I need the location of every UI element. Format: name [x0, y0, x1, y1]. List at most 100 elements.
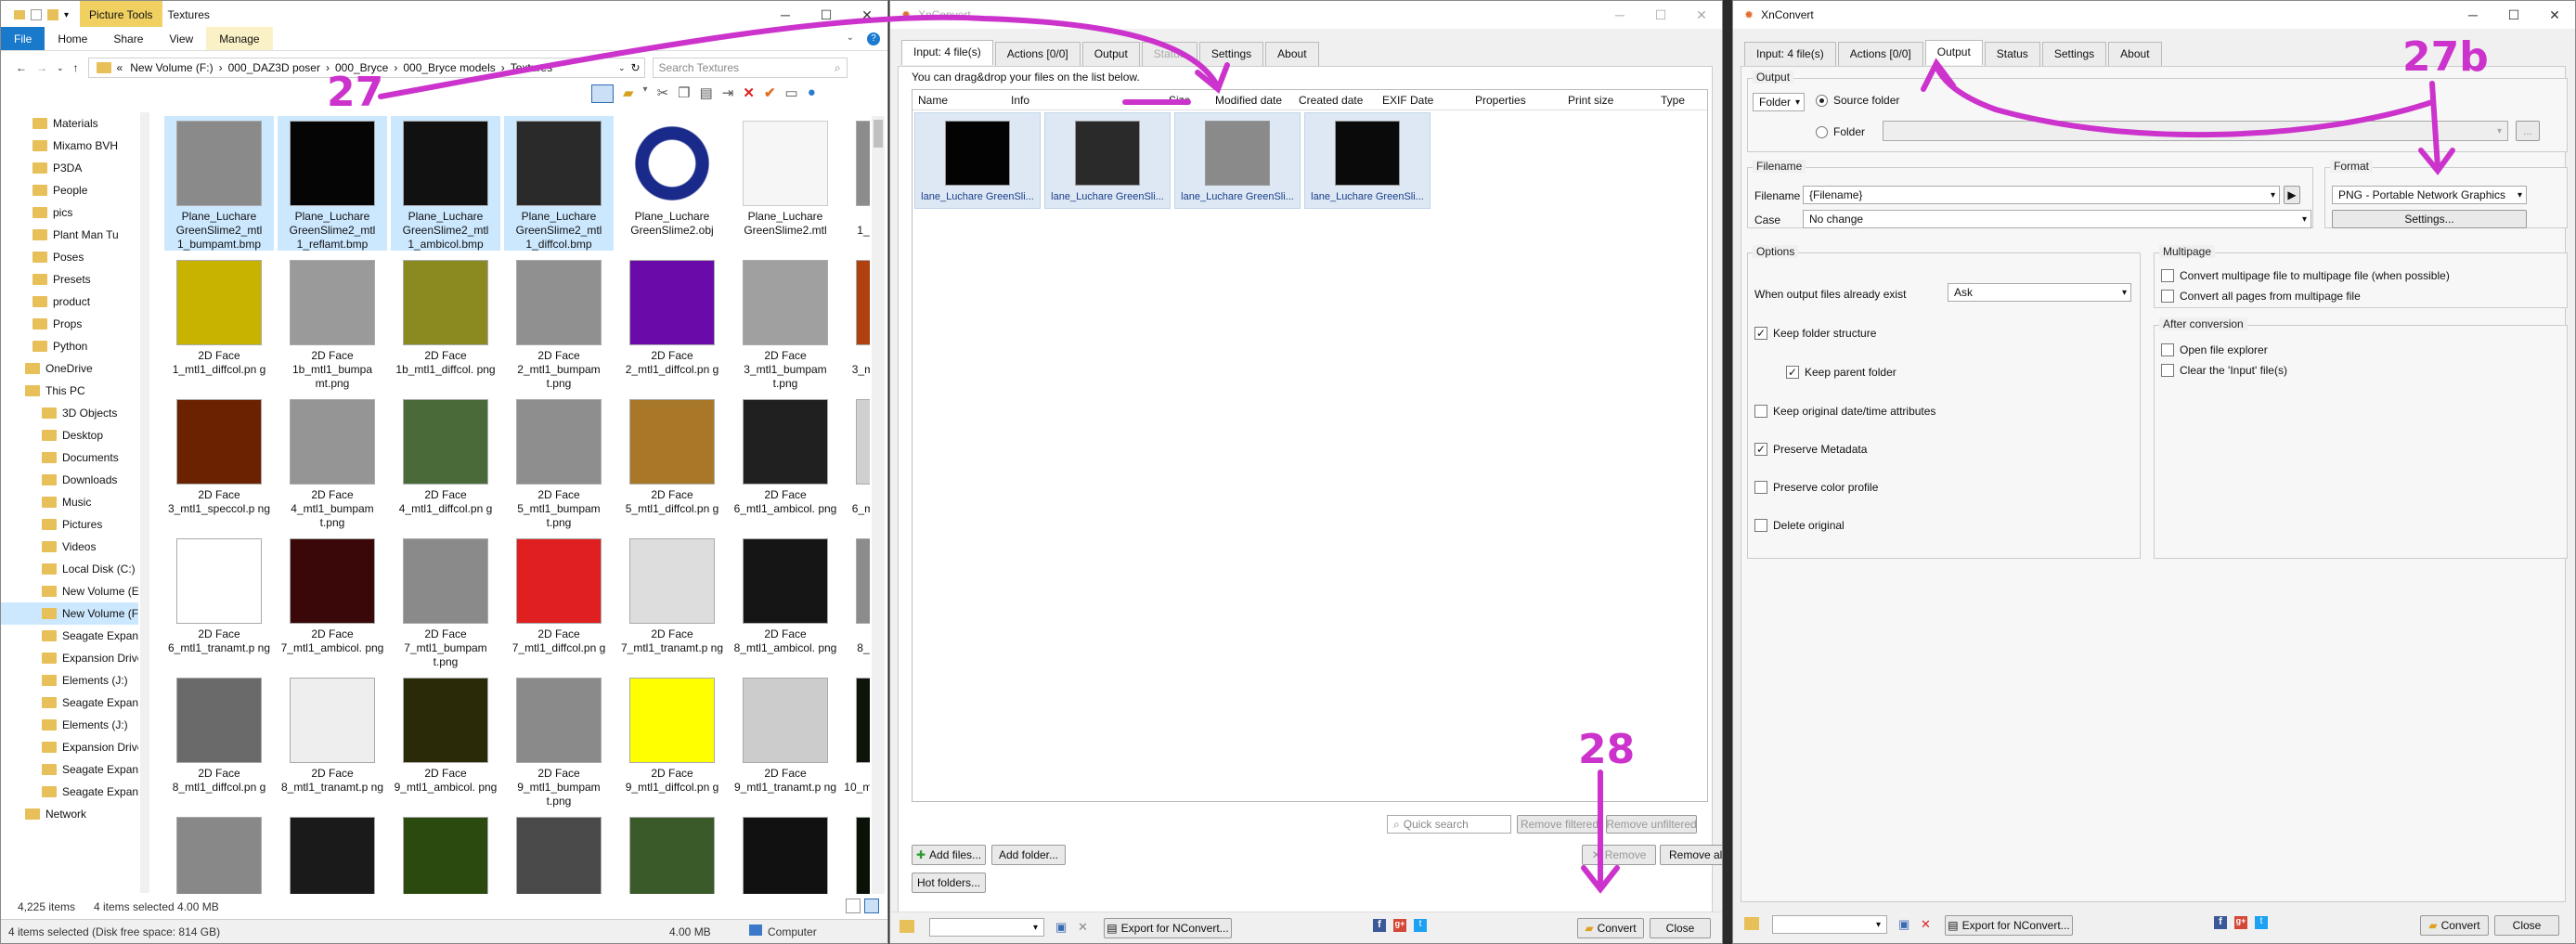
maximize-icon[interactable]: ☐ — [1640, 1, 1681, 29]
file-item[interactable]: Plane_Luchare GreenSlime2_mtl 1_ambicol.… — [391, 116, 500, 251]
paste-icon[interactable]: ▤ — [700, 84, 713, 103]
nav-item[interactable]: Local Disk (C:) — [1, 558, 138, 580]
search-input[interactable]: Search Textures ⌕ — [652, 58, 848, 78]
minimize-icon[interactable]: ─ — [765, 1, 806, 29]
breadcrumb-item[interactable]: « — [117, 61, 123, 74]
quick-access-dropdown-icon[interactable]: ▾ — [64, 10, 69, 20]
add-files-button[interactable]: ✚ Add files... — [912, 845, 986, 865]
recent-locations-icon[interactable]: ⌄ — [57, 63, 64, 73]
file-item[interactable]: 2D Face 5_mtl1_bumpam t.png — [504, 394, 614, 529]
file-item[interactable]: 2D Face 1b_mtl1_bumpa mt.png — [278, 255, 387, 390]
file-item[interactable]: 2D Face 1_mtl1_bumpam t.png — [844, 116, 870, 251]
dropdown-icon[interactable]: ▾ — [643, 84, 648, 103]
column-header[interactable]: Modified date — [1215, 94, 1282, 107]
picture-tools-tab[interactable]: Picture Tools — [80, 1, 162, 29]
case-dropdown[interactable]: No change ▾ — [1803, 210, 2311, 228]
keep-folder-structure-checkbox[interactable]: ✓ Keep folder structure — [1754, 327, 1876, 340]
file-item[interactable]: 2D Face 2_mtl1_diffcol.pn g — [617, 255, 727, 390]
file-item[interactable]: 2D Face 7_mtl1_ambicol. png — [278, 534, 387, 668]
clear-input-checkbox[interactable]: Clear the 'Input' file(s) — [2161, 364, 2287, 377]
file-item[interactable]: Plane_Luchare GreenSlime2_mtl 1_diffcol.… — [504, 116, 614, 251]
open-folder-icon[interactable] — [1744, 917, 1759, 930]
save-icon[interactable]: ▣ — [1898, 917, 1909, 932]
format-settings-button[interactable]: Settings... — [2332, 210, 2527, 228]
file-item[interactable]: 2D Face 9_mtl1_bumpam t.png — [504, 673, 614, 808]
minimize-icon[interactable]: ─ — [1599, 1, 1640, 29]
expand-ribbon-icon[interactable]: ⌄ — [834, 27, 867, 50]
nav-scrollbar[interactable] — [140, 112, 149, 893]
file-item[interactable]: Plane_Luchare GreenSlime2_mtl 1_bumpamt.… — [164, 116, 274, 251]
add-folder-button[interactable]: Add folder... — [991, 845, 1066, 865]
column-header[interactable]: Properties — [1475, 94, 1526, 107]
nav-item[interactable]: Seagate Expansi — [1, 758, 138, 781]
output-type-dropdown[interactable]: Folder ▾ — [1753, 93, 1805, 111]
browse-button[interactable]: ... — [2516, 121, 2540, 141]
nav-item[interactable]: New Volume (E:) — [1, 580, 138, 602]
close-icon[interactable]: ✕ — [1681, 1, 1722, 29]
nav-item[interactable]: Elements (J:) — [1, 669, 138, 692]
open-explorer-checkbox[interactable]: Open file explorer — [2161, 343, 2268, 356]
tab-input[interactable]: Input: 4 file(s) — [901, 40, 993, 65]
nav-item[interactable]: Materials — [1, 112, 138, 135]
delete-icon[interactable]: ✕ — [743, 84, 755, 103]
tab-actions[interactable]: Actions [0/0] — [994, 42, 1081, 67]
ribbon-tab-view[interactable]: View — [156, 27, 206, 50]
remove-filtered-button[interactable]: Remove filtered — [1517, 815, 1602, 834]
file-item[interactable]: 2D Face 8_mtl1_diffcol.pn g — [164, 673, 274, 808]
when-exists-dropdown[interactable]: Ask ▾ — [1948, 283, 2131, 302]
delete-original-checkbox[interactable]: Delete original — [1754, 519, 1845, 532]
nav-item[interactable]: People — [1, 179, 138, 201]
file-item[interactable]: 2D Face 4_mtl1_bumpam t.png — [278, 394, 387, 529]
column-header[interactable]: Print size — [1568, 94, 1613, 107]
file-item[interactable]: 2D Face 3_mtl1_bumpam t.png — [731, 255, 840, 390]
keep-parent-folder-checkbox[interactable]: ✓ Keep parent folder — [1786, 366, 1896, 379]
nav-item[interactable]: pics — [1, 201, 138, 224]
file-item[interactable]: 2D Face 9_mtl1_diffcol.pn g — [617, 673, 727, 808]
back-icon[interactable]: ← — [16, 61, 27, 74]
rename-icon[interactable]: ▭ — [785, 84, 798, 103]
nav-item[interactable]: Downloads — [1, 469, 138, 491]
file-item[interactable] — [278, 812, 387, 894]
file-item[interactable]: 2D Face 3_mtl1_diffcol.pn g — [844, 255, 870, 390]
close-button[interactable]: Close — [1650, 918, 1711, 938]
remove-unfiltered-button[interactable]: Remove unfiltered — [1606, 815, 1697, 834]
breadcrumb-item[interactable]: 000_Bryce — [335, 61, 388, 74]
save-icon[interactable]: ▣ — [1055, 920, 1067, 935]
file-item[interactable]: 2D Face 3_mtl1_speccol.p ng — [164, 394, 274, 529]
clear-icon[interactable]: ✕ — [1921, 917, 1931, 932]
file-item[interactable]: Plane_Luchare GreenSlime2.obj — [617, 116, 727, 251]
nav-item[interactable]: Network — [1, 803, 138, 825]
nav-item[interactable]: 3D Objects — [1, 402, 138, 424]
folder-radio[interactable]: Folder — [1816, 125, 1865, 138]
file-item[interactable]: 2D Face 6_mtl1_diffcol.pn g — [844, 394, 870, 529]
file-item[interactable]: 2D Face 7_mtl1_diffcol.pn g — [504, 534, 614, 668]
nav-item[interactable]: Pictures — [1, 513, 138, 536]
nav-item[interactable]: Desktop — [1, 424, 138, 446]
ribbon-tab-manage[interactable]: Manage — [206, 27, 273, 50]
help-icon[interactable]: ? — [867, 32, 880, 45]
copy-icon[interactable]: ❐ — [678, 84, 690, 103]
file-item[interactable]: 2D Face 9_mtl1_tranamt.p ng — [731, 673, 840, 808]
tab-status[interactable]: Status — [1141, 42, 1197, 67]
column-header[interactable]: Name — [918, 94, 948, 107]
file-item[interactable] — [504, 812, 614, 894]
nav-item[interactable]: Documents — [1, 446, 138, 469]
file-item[interactable]: 2D Face 1_mtl1_diffcol.pn g — [164, 255, 274, 390]
check-icon[interactable]: ✔ — [764, 84, 776, 103]
file-item[interactable]: Plane_Luchare GreenSlime2_mtl 1_reflamt.… — [278, 116, 387, 251]
cut-icon[interactable]: ✂ — [657, 84, 669, 103]
hot-folders-button[interactable]: Hot folders... — [912, 873, 986, 893]
nav-item[interactable]: Props — [1, 313, 138, 335]
breadcrumb-item[interactable]: New Volume (F:) — [130, 61, 213, 74]
preserve-color-checkbox[interactable]: Preserve color profile — [1754, 481, 1878, 494]
file-item[interactable] — [164, 812, 274, 894]
tab-input[interactable]: Input: 4 file(s) — [1744, 42, 1836, 67]
breadcrumb-item[interactable]: 000_Bryce models — [403, 61, 495, 74]
address-dropdown-icon[interactable]: ⌄ — [618, 63, 626, 73]
file-item[interactable]: 2D Face 7_mtl1_tranamt.p ng — [617, 534, 727, 668]
facebook-icon[interactable]: f — [2214, 916, 2227, 929]
close-icon[interactable]: ✕ — [847, 1, 887, 29]
file-item[interactable]: 2D Face 6_mtl1_tranamt.p ng — [164, 534, 274, 668]
nav-item[interactable]: OneDrive — [1, 357, 138, 380]
column-header[interactable]: Type — [1661, 94, 1685, 107]
